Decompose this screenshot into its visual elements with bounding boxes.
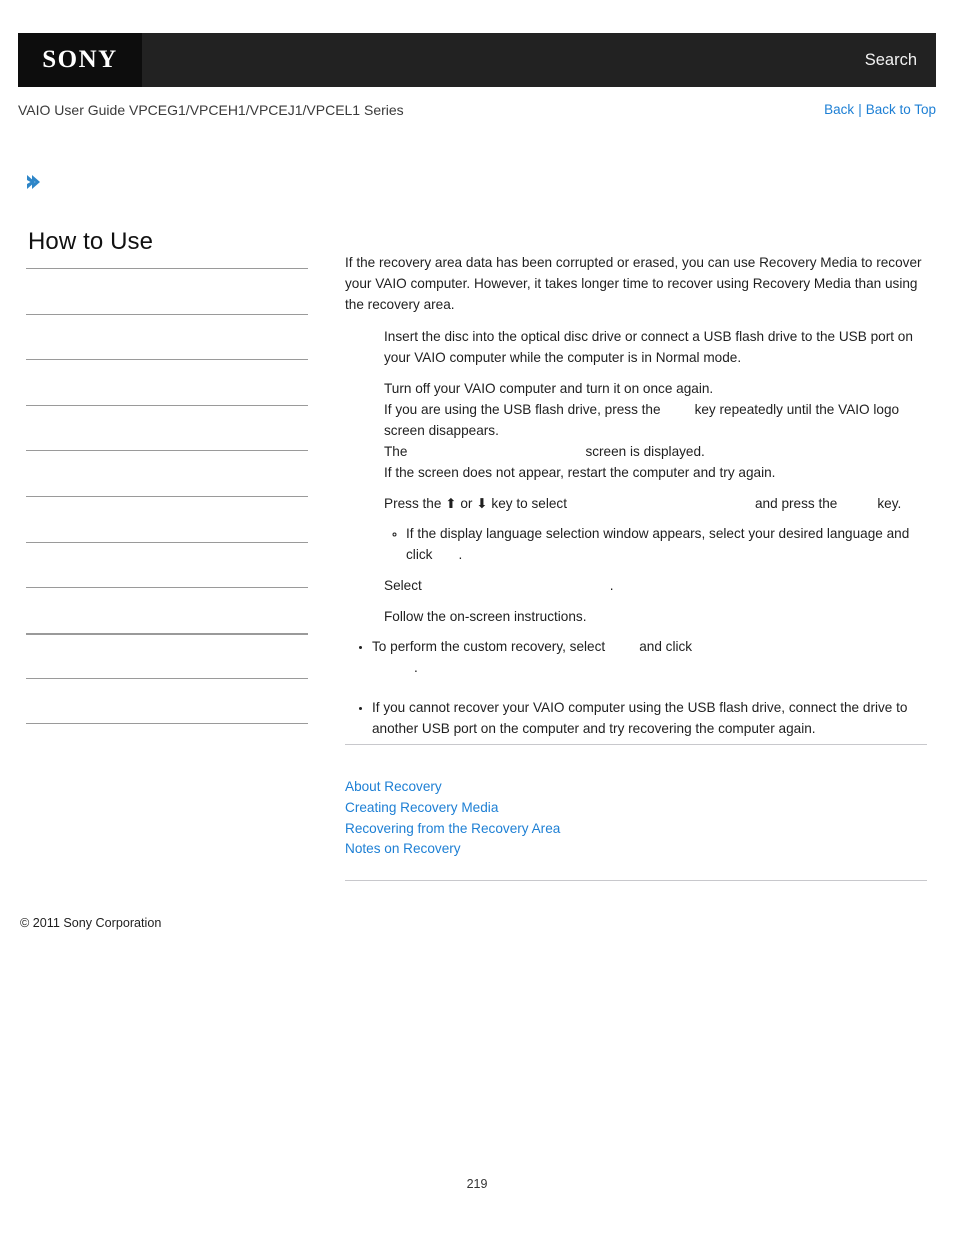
step-3-mid: key to select bbox=[491, 496, 567, 511]
notes-block: To perform the custom recovery, select an… bbox=[345, 636, 927, 758]
sidebar-item-9[interactable] bbox=[26, 632, 308, 679]
sidebar-item-5[interactable] bbox=[26, 450, 308, 496]
page-title: VAIO User Guide VPCEG1/VPCEH1/VPCEJ1/VPC… bbox=[18, 102, 404, 118]
divider-bottom bbox=[345, 880, 927, 881]
intro-text: If the recovery area data has been corru… bbox=[345, 255, 922, 312]
related-link-about-recovery[interactable]: About Recovery bbox=[345, 777, 927, 798]
step-2-line-3-before: The bbox=[384, 444, 408, 459]
note-1: To perform the custom recovery, select an… bbox=[372, 636, 927, 678]
step-3-and-press: and press the bbox=[754, 496, 838, 511]
related-link-recovering-from-recovery-area[interactable]: Recovering from the Recovery Area bbox=[345, 819, 927, 840]
step-3: Press the ⬆ or ⬇ key to select and press … bbox=[384, 493, 927, 565]
step-4-after: . bbox=[609, 578, 614, 593]
step-3-subnote-1: If the display language selection window… bbox=[406, 523, 927, 565]
sidebar: How to Use bbox=[26, 228, 308, 724]
main-content: If the recovery area data has been corru… bbox=[345, 252, 927, 637]
sidebar-item-7[interactable] bbox=[26, 541, 308, 588]
recovery-steps-list: Insert the disc into the optical disc dr… bbox=[345, 326, 927, 627]
note-2: If you cannot recover your VAIO computer… bbox=[372, 697, 927, 739]
page-number: 219 bbox=[466, 1177, 488, 1191]
nav-separator: | bbox=[858, 102, 862, 117]
step-5: Follow the on-screen instructions. bbox=[384, 606, 927, 627]
related-links: About Recovery Creating Recovery Media R… bbox=[345, 777, 927, 860]
sidebar-item-1[interactable] bbox=[26, 268, 308, 314]
step-3-before: Press the bbox=[384, 496, 442, 511]
sidebar-item-10[interactable] bbox=[26, 678, 308, 724]
site-header-bar: SONY Search bbox=[18, 33, 936, 87]
back-to-top-link[interactable]: Back to Top bbox=[866, 102, 936, 117]
or-label: or bbox=[460, 496, 473, 511]
step-2-line-2-before: If you are using the USB flash drive, pr… bbox=[384, 402, 661, 417]
step-2-line-1: Turn off your VAIO computer and turn it … bbox=[384, 381, 714, 396]
step-2-line-2: If you are using the USB flash drive, pr… bbox=[384, 399, 927, 441]
chevron-right-icon[interactable] bbox=[24, 172, 44, 192]
arrow-up-icon: ⬆ bbox=[445, 496, 457, 511]
step-4: Select. bbox=[384, 575, 927, 596]
sony-logo[interactable]: SONY bbox=[18, 33, 142, 87]
step-3-end: key. bbox=[877, 496, 902, 511]
search-button[interactable]: Search bbox=[865, 33, 917, 87]
step-4-before: Select bbox=[384, 578, 422, 593]
step-4-text: Select. bbox=[384, 575, 927, 596]
step-1: Insert the disc into the optical disc dr… bbox=[384, 326, 927, 368]
sidebar-item-3[interactable] bbox=[26, 359, 308, 405]
step-3-line-1: Press the ⬆ or ⬇ key to select and press … bbox=[384, 493, 927, 514]
breadcrumb bbox=[24, 172, 324, 196]
step-2-line-4: If the screen does not appear, restart t… bbox=[384, 465, 776, 480]
sony-logo-text: SONY bbox=[42, 46, 118, 73]
back-link[interactable]: Back bbox=[824, 102, 854, 117]
sidebar-title: How to Use bbox=[28, 228, 154, 255]
related-link-creating-recovery-media[interactable]: Creating Recovery Media bbox=[345, 798, 927, 819]
search-label: Search bbox=[864, 50, 917, 69]
sidebar-item-4[interactable] bbox=[26, 404, 308, 451]
step-5-text: Follow the on-screen instructions. bbox=[384, 609, 587, 624]
step-1-text: Insert the disc into the optical disc dr… bbox=[384, 329, 913, 365]
sidebar-item-6[interactable] bbox=[26, 495, 308, 542]
related-link-notes-on-recovery[interactable]: Notes on Recovery bbox=[345, 839, 927, 860]
arrow-down-icon: ⬇ bbox=[476, 496, 488, 511]
sub-header: VAIO User Guide VPCEG1/VPCEH1/VPCEJ1/VPC… bbox=[18, 102, 936, 124]
note-1-before: To perform the custom recovery, select bbox=[372, 639, 606, 654]
step-2-line-3-after: screen is displayed. bbox=[585, 444, 705, 459]
note-1-after: . bbox=[414, 660, 418, 675]
step-3-subnotes: If the display language selection window… bbox=[384, 523, 927, 565]
copyright-text: © 2011 Sony Corporation bbox=[20, 916, 162, 930]
divider-top bbox=[345, 744, 927, 745]
subnote-text-before: If the display language selection window… bbox=[406, 526, 910, 562]
sidebar-item-2[interactable] bbox=[26, 313, 308, 360]
notes-list: To perform the custom recovery, select an… bbox=[345, 636, 927, 739]
intro-paragraph: If the recovery area data has been corru… bbox=[345, 252, 927, 315]
step-2: Turn off your VAIO computer and turn it … bbox=[384, 378, 927, 483]
step-2-line-3: The screen is displayed. bbox=[384, 441, 927, 462]
subnote-text-after: . bbox=[458, 547, 463, 562]
header-nav-links: Back | Back to Top bbox=[824, 102, 936, 117]
sidebar-item-8[interactable] bbox=[26, 587, 308, 633]
note-1-middle: and click bbox=[639, 639, 693, 654]
